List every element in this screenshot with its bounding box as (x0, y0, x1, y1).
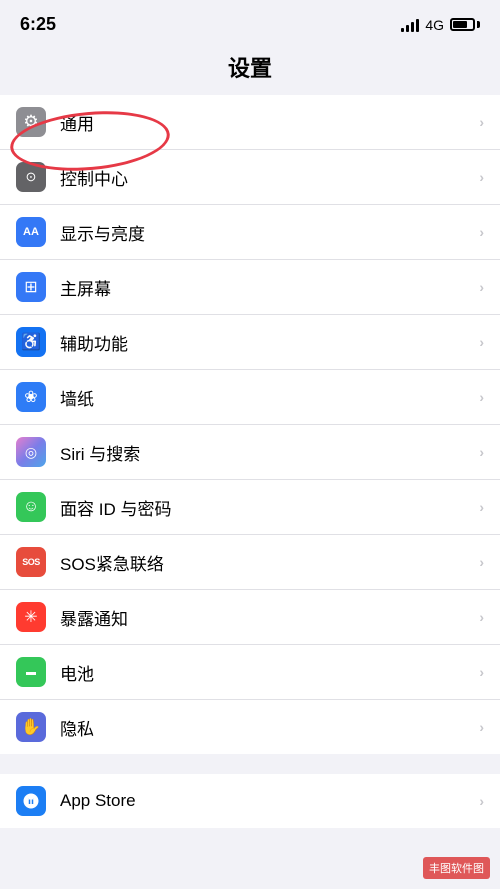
appstore-label: App Store (60, 791, 479, 811)
nav-title-bar: 设置 (0, 43, 500, 95)
display-icon: AA (16, 217, 46, 247)
accessibility-chevron: › (479, 334, 484, 350)
settings-item-siri[interactable]: ◎ Siri 与搜索 › (0, 425, 500, 480)
accessibility-label: 辅助功能 (60, 330, 479, 355)
appstore-icon (16, 786, 46, 816)
battery-icon (450, 18, 480, 31)
settings-item-appstore[interactable]: App Store › (0, 774, 500, 828)
exposure-label: 暴露通知 (60, 605, 479, 630)
settings-item-control-center[interactable]: ⊙ 控制中心 › (0, 150, 500, 205)
settings-item-battery[interactable]: ▬ 电池 › (0, 645, 500, 700)
appstore-chevron: › (479, 793, 484, 809)
faceid-label: 面容 ID 与密码 (60, 495, 479, 520)
siri-chevron: › (479, 444, 484, 460)
sos-chevron: › (479, 554, 484, 570)
settings-item-accessibility[interactable]: ♿ 辅助功能 › (0, 315, 500, 370)
wallpaper-chevron: › (479, 389, 484, 405)
general-label: 通用 (60, 110, 479, 135)
faceid-chevron: › (479, 499, 484, 515)
section-divider (0, 754, 500, 774)
sos-label: SOS紧急联络 (60, 550, 479, 575)
privacy-label: 隐私 (60, 715, 479, 740)
status-icons: 4G (401, 17, 480, 33)
privacy-chevron: › (479, 719, 484, 735)
general-chevron: › (479, 114, 484, 130)
status-time: 6:25 (20, 14, 56, 35)
display-label: 显示与亮度 (60, 220, 479, 245)
signal-icon (401, 18, 419, 32)
settings-item-display[interactable]: AA 显示与亮度 › (0, 205, 500, 260)
sos-icon: SOS (16, 547, 46, 577)
siri-label: Siri 与搜索 (60, 440, 479, 465)
settings-item-homescreen[interactable]: ⊞ 主屏幕 › (0, 260, 500, 315)
battery-settings-icon: ▬ (16, 657, 46, 687)
watermark: 丰图软件图 (423, 857, 490, 879)
wallpaper-icon: ❀ (16, 382, 46, 412)
privacy-icon: ✋ (16, 712, 46, 742)
homescreen-chevron: › (479, 279, 484, 295)
settings-item-faceid[interactable]: ☺ 面容 ID 与密码 › (0, 480, 500, 535)
accessibility-icon: ♿ (16, 327, 46, 357)
battery-chevron: › (479, 664, 484, 680)
display-chevron: › (479, 224, 484, 240)
status-bar: 6:25 4G (0, 0, 500, 43)
exposure-chevron: › (479, 609, 484, 625)
battery-label: 电池 (60, 660, 479, 685)
settings-list-2: App Store › (0, 774, 500, 828)
wallpaper-label: 墙纸 (60, 385, 479, 410)
siri-icon: ◎ (16, 437, 46, 467)
general-icon: ⚙ (16, 107, 46, 137)
homescreen-icon: ⊞ (16, 272, 46, 302)
settings-item-privacy[interactable]: ✋ 隐私 › (0, 700, 500, 754)
settings-item-wallpaper[interactable]: ❀ 墙纸 › (0, 370, 500, 425)
settings-item-general[interactable]: ⚙ 通用 › (0, 95, 500, 150)
control-center-icon: ⊙ (16, 162, 46, 192)
exposure-icon: ✳ (16, 602, 46, 632)
settings-item-exposure[interactable]: ✳ 暴露通知 › (0, 590, 500, 645)
control-center-label: 控制中心 (60, 165, 479, 190)
faceid-icon: ☺ (16, 492, 46, 522)
control-center-chevron: › (479, 169, 484, 185)
page-title: 设置 (228, 56, 272, 81)
network-label: 4G (425, 17, 444, 33)
settings-item-sos[interactable]: SOS SOS紧急联络 › (0, 535, 500, 590)
settings-list: ⚙ 通用 › ⊙ 控制中心 › AA 显示与亮度 › ⊞ 主屏幕 › ♿ 辅助功… (0, 95, 500, 754)
homescreen-label: 主屏幕 (60, 275, 479, 300)
